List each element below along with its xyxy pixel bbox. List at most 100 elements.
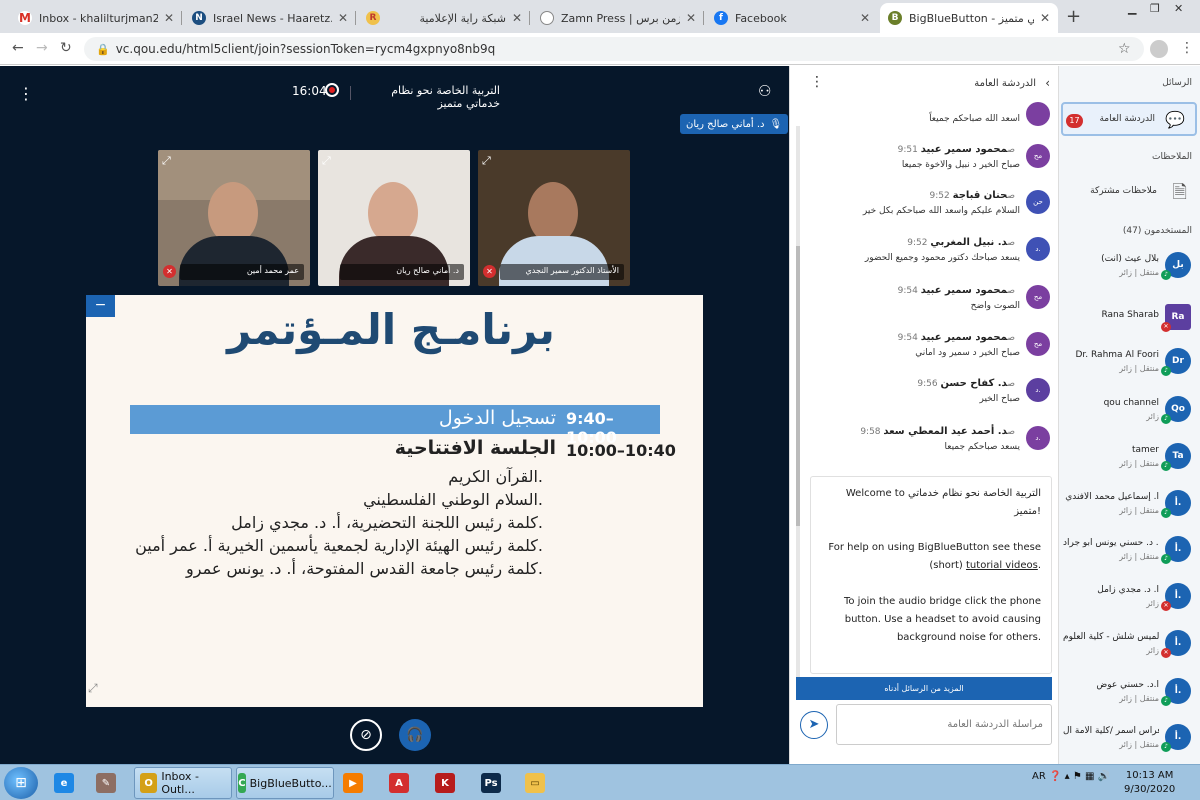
expand-icon[interactable]: ⤢ xyxy=(482,154,491,168)
close-icon[interactable]: ✕ xyxy=(164,11,174,25)
user-role: منتقل | زائر xyxy=(1119,694,1159,703)
tools-icon[interactable]: ✎ xyxy=(90,767,126,799)
public-chat-item[interactable]: 17 الدردشة العامة 💬 xyxy=(1061,102,1197,136)
flag-icon[interactable]: ⚑ xyxy=(1073,771,1085,782)
user-item[interactable]: بل ♪ بلال عيث (أنت) منتقل | زائر xyxy=(1059,248,1200,292)
record-icon[interactable] xyxy=(325,83,339,97)
more-messages-button[interactable]: المزيد من الرسائل أدناه xyxy=(796,677,1052,700)
tab-zamn[interactable]: Zamn Press | زمن برس ✕ xyxy=(532,3,704,33)
user-item[interactable]: أ. ♪ أ. إسماعيل محمد الأفندي منتقل | زائ… xyxy=(1059,486,1200,530)
media-player-icon[interactable]: ▶ xyxy=(338,767,372,799)
webcam-3[interactable]: ⤢ ✕ الأستاذ الدكتور سمير النجدي xyxy=(478,150,630,286)
tab-facebook[interactable]: f Facebook ✕ xyxy=(706,3,878,33)
chrome-icon: C xyxy=(238,773,246,793)
new-tab-button[interactable]: + xyxy=(1066,6,1081,27)
tray-arrow-icon[interactable]: ▴ xyxy=(1065,771,1070,782)
bookmark-star-icon[interactable]: ☆ xyxy=(1118,41,1131,57)
audio-status-icon: ♪ xyxy=(1161,414,1171,424)
message-author: محمود سمير عبيد xyxy=(920,285,1008,296)
start-button[interactable]: ⊞ xyxy=(4,767,38,799)
message-text: اسعد الله صباحكم جميعاً xyxy=(929,114,1020,124)
options-menu-icon[interactable]: ⋮ xyxy=(18,84,34,103)
message-header: 9:54 صمحمود سمير عبيد xyxy=(898,332,1020,343)
minimize-presentation-button[interactable]: − xyxy=(86,295,115,317)
message-header: 9:54 صمحمود سمير عبيد xyxy=(898,285,1020,296)
message-author: د. أحمد عيد المعطي سعد xyxy=(883,426,1008,437)
agenda-item: كلمة رئيس الهيئة الإدارية لجمعية يأسمين … xyxy=(135,536,543,555)
photoshop-icon[interactable]: Ps xyxy=(476,767,510,799)
restore-icon[interactable]: ❐ xyxy=(1150,2,1160,15)
tab-haaretz[interactable]: N Israel News - Haaretz.com ✕ xyxy=(184,3,356,33)
webcam-1[interactable]: ⤢ ✕ عمر محمد أمين xyxy=(158,150,310,286)
close-icon[interactable]: ✕ xyxy=(338,11,348,25)
session-title: التربية الخاصة نحو نظام خدماتي متميز xyxy=(391,84,500,110)
profile-avatar[interactable] xyxy=(1150,40,1168,58)
close-icon[interactable]: ✕ xyxy=(860,11,870,25)
taskbar-chrome[interactable]: C BigBlueButto... xyxy=(236,767,334,799)
audio-status-icon: ♪ xyxy=(1161,554,1171,564)
expand-icon[interactable]: ⤢ xyxy=(322,154,331,168)
close-icon[interactable]: ✕ xyxy=(512,11,522,25)
expand-icon[interactable]: ⤢ xyxy=(162,154,171,168)
chat-options-icon[interactable]: ⋮ xyxy=(810,74,824,90)
volume-icon[interactable]: 🔊 xyxy=(1098,771,1110,782)
taskbar-outlook[interactable]: O Inbox - Outl... xyxy=(134,767,232,799)
avatar: د. xyxy=(1026,426,1050,450)
message-text: السلام عليكم واسعد الله صباحكم بكل خير xyxy=(862,206,1020,216)
close-icon[interactable]: ✕ xyxy=(686,11,696,25)
message-header: 9:56 صد. كفاح حسن xyxy=(917,378,1020,389)
ie-icon[interactable]: e xyxy=(48,767,84,799)
network-icon[interactable]: ▦ xyxy=(1085,771,1094,782)
user-item[interactable]: أ. ✕ أ. لميس شلش - كلية العلوم ... زائر xyxy=(1059,626,1200,670)
window-close-icon[interactable]: ✕ xyxy=(1174,2,1183,15)
tab-title: BigBlueButton - التربية الخاصة نحو نظام … xyxy=(909,11,1034,25)
user-icon[interactable]: ⚇ xyxy=(758,82,771,100)
close-icon[interactable]: ✕ xyxy=(1040,11,1050,25)
tab-raya[interactable]: R شبكة راية الإعلامية ✕ xyxy=(358,3,530,33)
user-item[interactable]: Ta ♪ tamer منتقل | زائر xyxy=(1059,439,1200,483)
microphone-icon: 🎙 xyxy=(769,118,783,130)
app-icon[interactable]: K xyxy=(430,767,464,799)
avatar: حن xyxy=(1026,190,1050,214)
taskbar-label: Inbox - Outl... xyxy=(161,770,199,796)
user-item[interactable]: أ. ♪ أ.فراس اسمر /كلية الامة ال... منتقل… xyxy=(1059,720,1200,764)
tab-title: Zamn Press | زمن برس xyxy=(561,11,680,25)
send-icon[interactable]: ➤ xyxy=(800,711,828,739)
help-icon[interactable]: ❓ xyxy=(1049,771,1065,782)
user-role: منتقل | زائر xyxy=(1119,506,1159,515)
browser-menu-icon[interactable]: ⋮ xyxy=(1180,40,1194,56)
chevron-left-icon[interactable]: ‹ xyxy=(1045,76,1050,90)
user-item[interactable]: أ. ♪ أ. د. حسني يونس أبو جراد منتقل | زا… xyxy=(1059,532,1200,576)
chat-scrollbar[interactable] xyxy=(796,126,800,686)
tab-gmail[interactable]: M Inbox - khalilturjman2010@gm... ✕ xyxy=(10,3,182,33)
minimize-icon[interactable]: ▁ xyxy=(1128,2,1136,15)
folder-icon[interactable]: ▭ xyxy=(520,767,554,799)
user-role: منتقل | زائر xyxy=(1119,364,1159,373)
user-name: بلال عيث (أنت) xyxy=(1101,254,1159,264)
user-item[interactable]: Qo ♪ qou channel زائر xyxy=(1059,392,1200,436)
clock[interactable]: 10:13 AM 9/30/2020 xyxy=(1124,769,1175,797)
user-item[interactable]: Ra ✕ Rana Sharab xyxy=(1059,300,1200,344)
fullscreen-icon[interactable]: ⤢ xyxy=(88,681,98,696)
acrobat-icon[interactable]: A xyxy=(384,767,418,799)
user-role: منتقل | زائر xyxy=(1119,552,1159,561)
agenda-time: 10:00–10:40 xyxy=(566,441,676,460)
forward-icon[interactable]: → xyxy=(36,40,48,56)
webcam-2[interactable]: ⤢ د. أماني صالح ريان xyxy=(318,150,470,286)
back-icon[interactable]: ← xyxy=(12,40,24,56)
headphones-icon[interactable]: 🎧 xyxy=(399,719,431,751)
language-indicator[interactable]: AR xyxy=(1032,771,1046,782)
user-item[interactable]: أ. ✕ أ. د. مجدي زامل زائر xyxy=(1059,579,1200,623)
camera-off-icon[interactable]: ⊘ xyxy=(350,719,382,751)
url-field[interactable]: 🔒 vc.qou.edu/html5client/join?sessionTok… xyxy=(84,37,1144,61)
welcome-help: For help on using BigBlueButton see thes… xyxy=(821,539,1041,575)
welcome-help-end: . xyxy=(1037,560,1041,571)
tutorial-videos-link[interactable]: tutorial videos xyxy=(966,560,1038,571)
shared-notes-item[interactable]: ملاحظات مشتركة 🗎 xyxy=(1061,176,1197,210)
tab-bigbluebutton[interactable]: B BigBlueButton - التربية الخاصة نحو نظا… xyxy=(880,3,1058,33)
chat-input[interactable] xyxy=(836,704,1052,745)
user-item[interactable]: Dr ♪ Dr. Rahma Al Foori منتقل | زائر xyxy=(1059,344,1200,388)
user-item[interactable]: أ. ♪ أ.د. حسني عوض منتقل | زائر xyxy=(1059,674,1200,718)
reload-icon[interactable]: ↻ xyxy=(60,40,72,56)
audio-status-icon: ♪ xyxy=(1161,366,1171,376)
